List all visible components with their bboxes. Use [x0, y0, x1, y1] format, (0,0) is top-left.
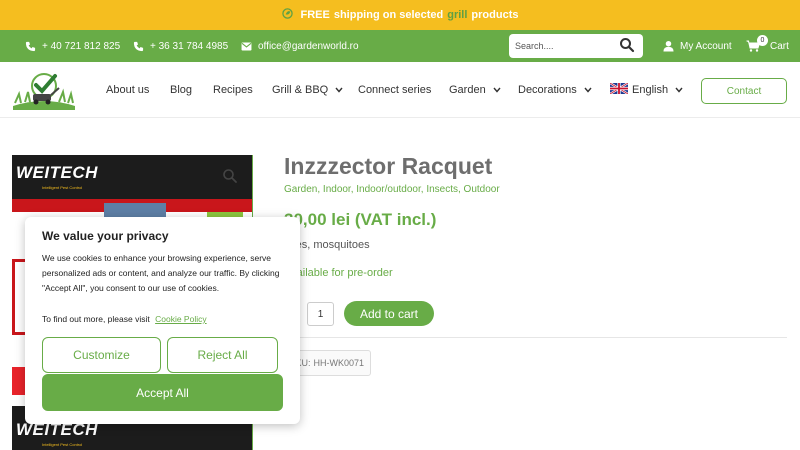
package-brand-logo: WEITECH [16, 163, 98, 182]
phone-link-1[interactable]: + 40 721 812 825 [24, 30, 120, 62]
cookie-find-more: To find out more, please visit Cookie Po… [42, 314, 207, 324]
sku-value: HH-WK0071 [313, 358, 364, 368]
search-box [509, 34, 643, 58]
cookie-consent-dialog: We value your privacy We use cookies to … [25, 217, 300, 424]
phone-2-text: + 36 31 784 4985 [150, 40, 229, 52]
search-icon[interactable] [619, 37, 637, 55]
nav-recipes-label: Recipes [213, 84, 253, 96]
my-account-label: My Account [680, 40, 732, 52]
nav-garden-label: Garden [449, 84, 486, 96]
nav-item-about-us[interactable]: About us [106, 62, 149, 118]
nav-item-decorations[interactable]: Decorations [518, 62, 592, 118]
chevron-down-icon [335, 86, 343, 95]
nav-about-us-label: About us [106, 84, 150, 96]
product-price: 30,00 lei (VAT incl.) [284, 210, 437, 229]
product-divider [284, 337, 787, 338]
contact-button[interactable]: Contact [701, 78, 787, 104]
nav-item-recipes[interactable]: Recipes [213, 62, 253, 118]
nav-connect-series-label: Connect series [358, 84, 432, 96]
nav-grill-bbq-label: Grill & BBQ [272, 84, 329, 96]
nav-item-connect-series[interactable]: Connect series [358, 62, 431, 118]
nav-item-grill-bbq[interactable]: Grill & BBQ [272, 62, 343, 118]
customize-button[interactable]: Customize [42, 337, 161, 373]
nav-item-garden[interactable]: Garden [449, 62, 501, 118]
phone-icon [24, 40, 36, 52]
my-account-link[interactable]: My Account [662, 30, 732, 62]
availability-status: Available for pre-order [284, 267, 393, 279]
accept-all-button[interactable]: Accept All [42, 374, 283, 411]
product-title: Inzzzector Racquet [284, 153, 493, 179]
promo-highlight: grill [447, 9, 468, 21]
cookie-find-more-text: To find out more, please visit [42, 314, 150, 324]
nav-item-blog[interactable]: Blog [170, 62, 192, 118]
product-categories[interactable]: Garden, Indoor, Indoor/outdoor, Insects,… [284, 184, 500, 195]
top-contact-bar: + 40 721 812 825 + 36 31 784 4985 office… [0, 30, 800, 62]
cookie-policy-link[interactable]: Cookie Policy [155, 314, 207, 324]
package-brand-tagline: Intelligent Pest Control [42, 442, 83, 447]
cookie-dialog-text: We use cookies to enhance your browsing … [42, 253, 280, 293]
package-brand-tagline: Intelligent Pest Control [42, 185, 83, 190]
leaf-icon [281, 8, 293, 22]
phone-link-2[interactable]: + 36 31 784 4985 [132, 30, 228, 62]
promo-free: FREE [300, 9, 330, 21]
search-input[interactable] [515, 35, 619, 57]
add-to-cart-button[interactable]: Add to cart [344, 301, 434, 326]
main-navigation: About us Blog Recipes Grill & BBQ Connec… [0, 62, 800, 118]
promo-text-after: products [471, 9, 519, 21]
chevron-down-icon [493, 86, 501, 95]
chevron-down-icon [584, 86, 592, 95]
mail-icon [240, 40, 252, 52]
nav-item-language[interactable]: English [609, 62, 683, 118]
quantity-input[interactable]: 1 [307, 302, 334, 326]
cart-link[interactable]: 0 Cart [746, 30, 789, 62]
user-icon [662, 40, 674, 52]
chevron-down-icon [675, 86, 683, 95]
email-text: office@gardenworld.ro [258, 40, 359, 52]
promo-bar: FREE shipping on selected grill products [0, 0, 800, 30]
promo-text-before: shipping on selected [333, 9, 444, 21]
zoom-icon[interactable] [222, 168, 238, 184]
uk-flag-icon [609, 82, 629, 97]
nav-decorations-label: Decorations [518, 84, 577, 96]
site-logo[interactable] [11, 70, 77, 110]
cart-icon: 0 [746, 35, 768, 52]
cart-count-badge: 0 [757, 35, 768, 46]
phone-icon [132, 40, 144, 52]
cookie-dialog-title: We value your privacy [42, 229, 169, 243]
email-link[interactable]: office@gardenworld.ro [240, 30, 359, 62]
nav-language-label: English [632, 84, 669, 96]
phone-1-text: + 40 721 812 825 [42, 40, 121, 52]
cart-label: Cart [770, 40, 789, 52]
nav-blog-label: Blog [170, 84, 193, 96]
reject-all-button[interactable]: Reject All [167, 337, 278, 373]
